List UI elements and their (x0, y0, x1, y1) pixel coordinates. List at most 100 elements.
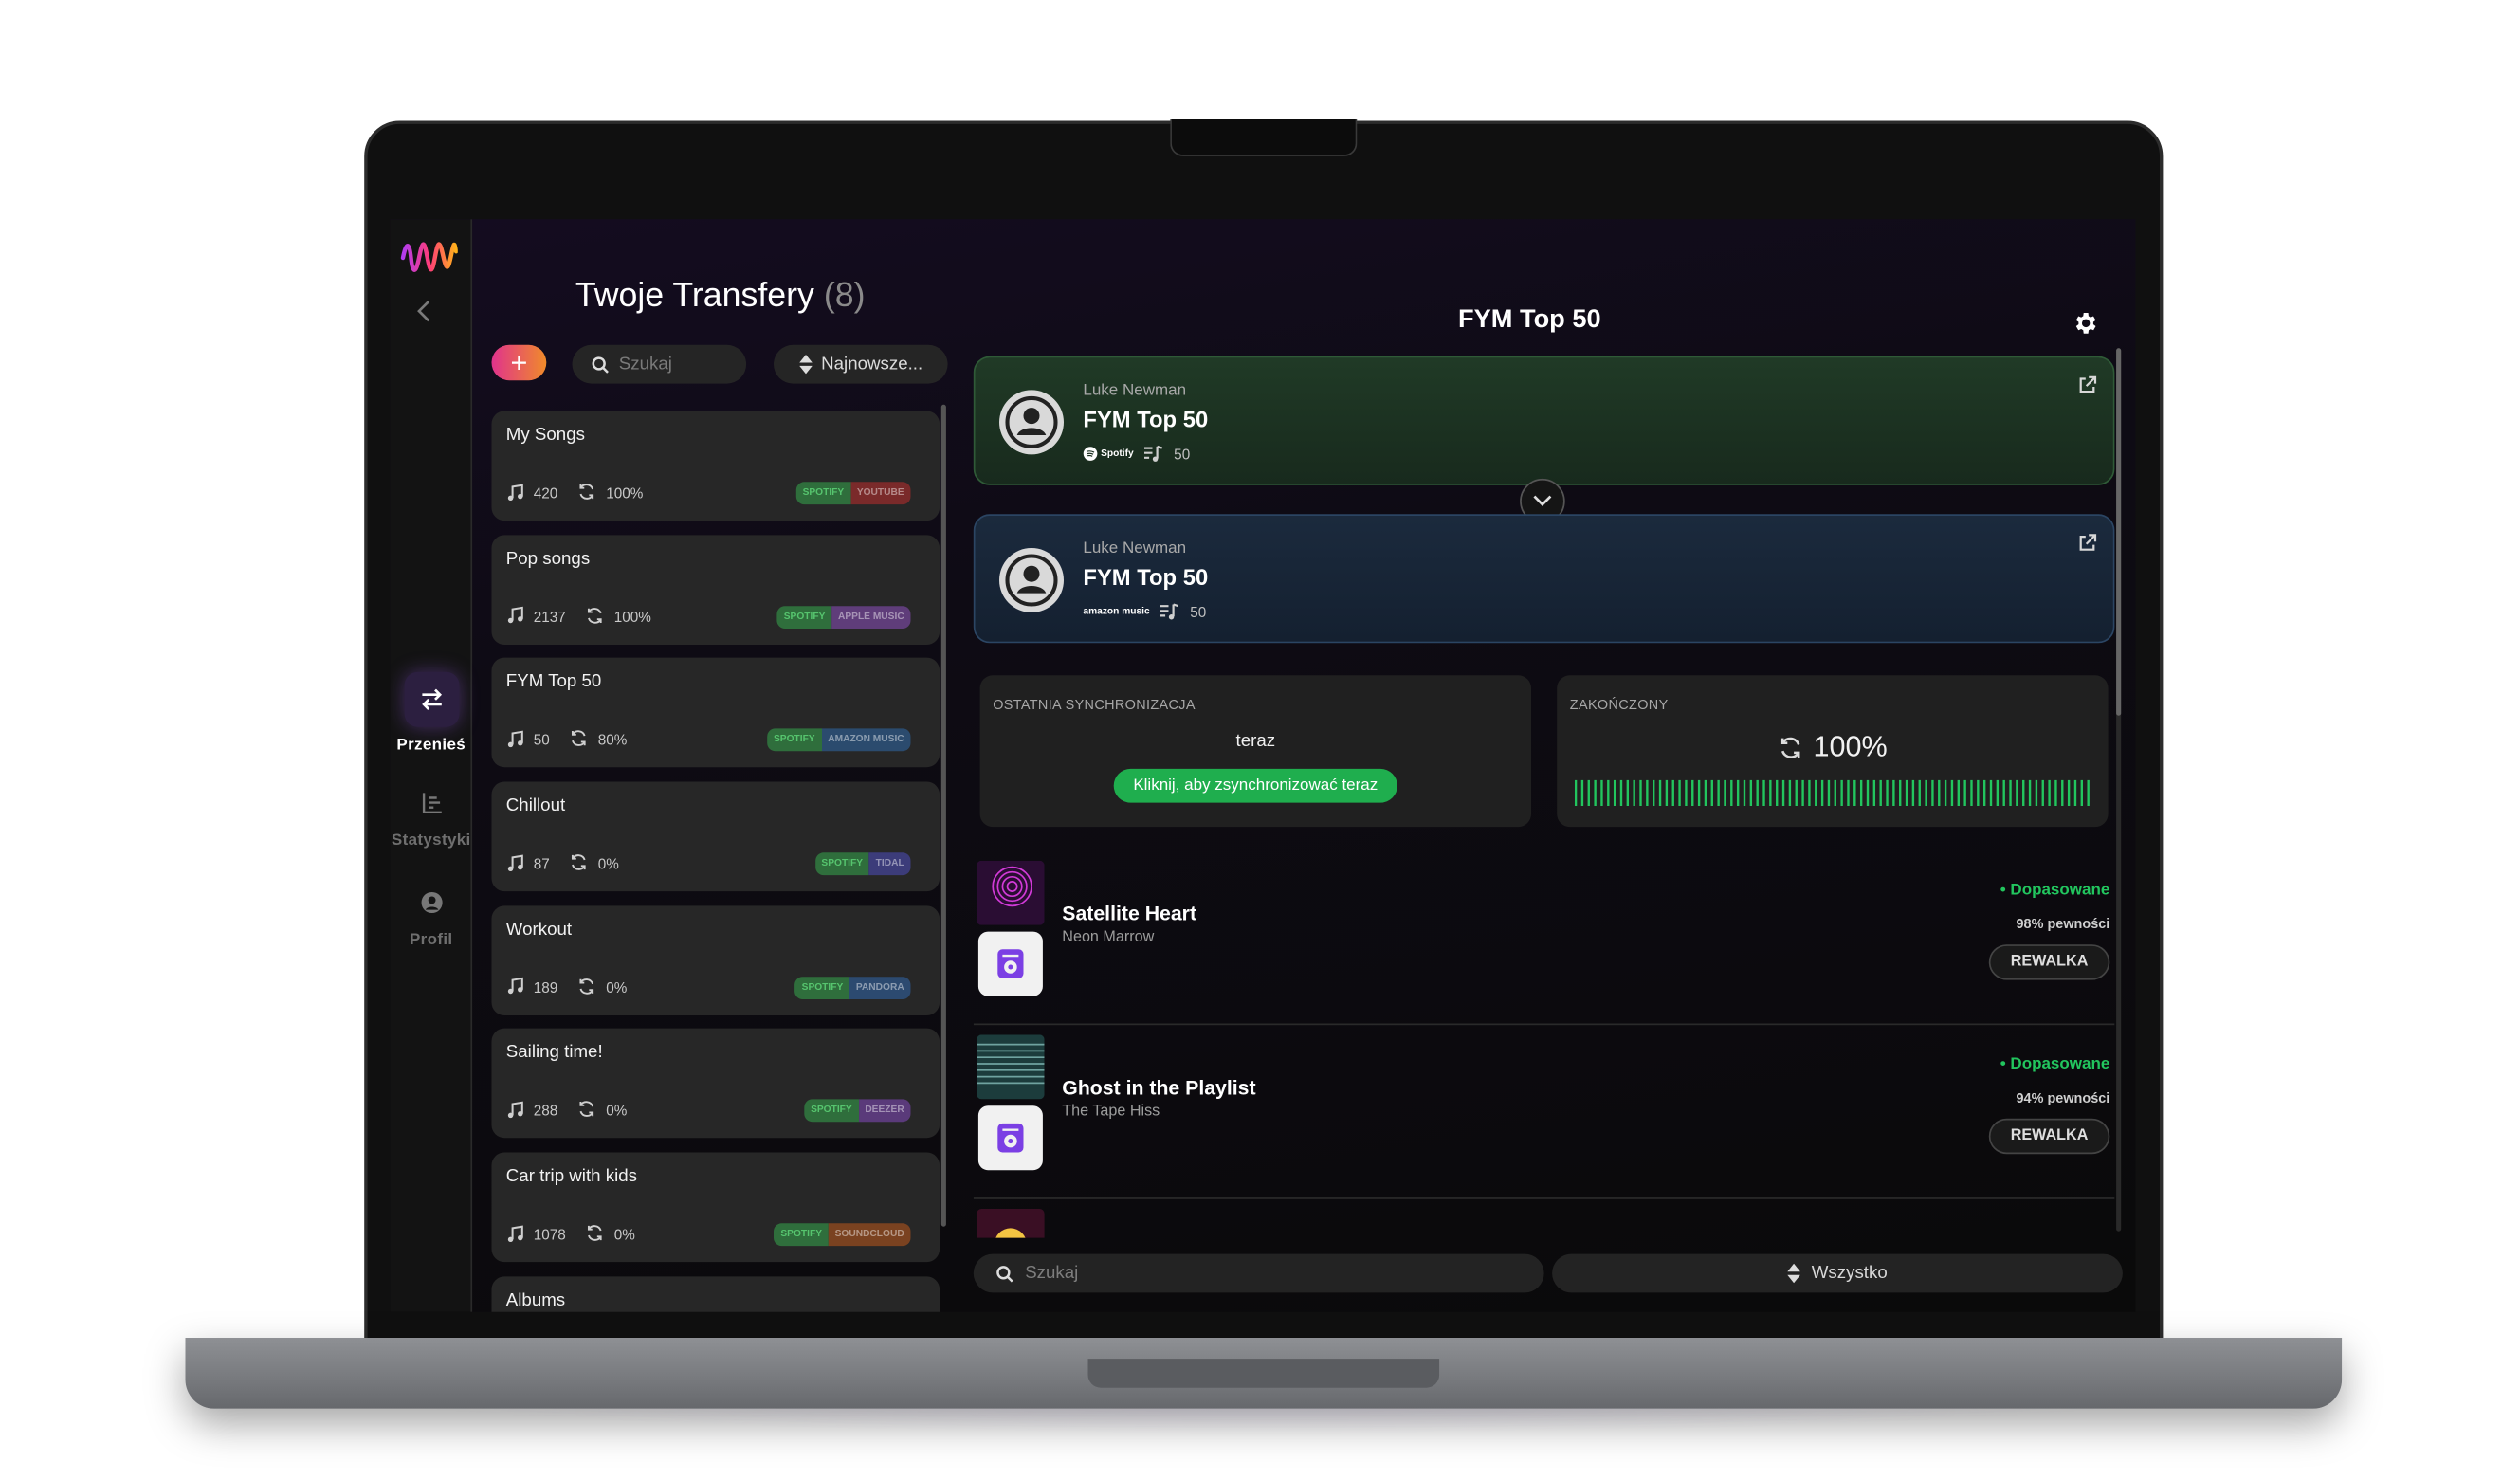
progress-bar-tick (1626, 779, 1630, 806)
songs-filter-label: Wszystko (1811, 1263, 1888, 1284)
source-playlist-card[interactable]: Luke Newman FYM Top 50 Spotify 50 (973, 356, 2115, 485)
progress-bar-tick (1587, 779, 1590, 806)
sync-icon (569, 729, 588, 752)
match-status: • Dopasowane (2000, 1055, 2110, 1074)
progress-bar-tick (1911, 779, 1915, 806)
track-count: 50 (533, 732, 550, 749)
sync-icon (585, 1224, 604, 1247)
progress-bar-tick (1820, 779, 1824, 806)
sync-percent: 100% (613, 609, 651, 626)
transfer-card[interactable]: Pop songs 2137 100% Spotify Apple Music (491, 534, 940, 645)
progress-bar-tick (2022, 779, 2025, 806)
progress-bar-tick (1950, 779, 1954, 806)
sync-percent: 80% (597, 732, 628, 749)
source-name: FYM Top 50 (1083, 406, 1209, 432)
progress-bar-tick (2087, 779, 2090, 806)
sort-dropdown[interactable]: Najnowsze... (774, 344, 948, 384)
progress-bar-tick (1853, 779, 1856, 806)
review-button[interactable]: REWALKA (1988, 944, 2110, 980)
song-row[interactable]: Satellite Heart Neon Marrow • Dopasowane 98… (973, 851, 2115, 1026)
transfer-list-scrollbar[interactable] (940, 404, 946, 1227)
progress-bar-tick (2041, 779, 2044, 806)
laptop-base-notch (1087, 1359, 1440, 1388)
transfer-list: My Songs 420 100% Spotify YouTube Pop songs 21… (491, 411, 940, 1312)
progress-bar-tick (1886, 779, 1889, 806)
progress-bar-tick (1704, 779, 1707, 806)
songs-filter-dropdown[interactable]: Wszystko (1552, 1253, 2123, 1293)
progress-bar-tick (1808, 779, 1811, 806)
transfer-card[interactable]: My Songs 420 100% Spotify YouTube (491, 411, 940, 521)
progress-bar-tick (1827, 779, 1831, 806)
detail-scrollbar[interactable] (2116, 348, 2122, 716)
service-badges: Spotify Apple Music (776, 605, 911, 629)
match-confidence: 94% pewności (2016, 1089, 2110, 1106)
progress-bar-tick (1697, 779, 1701, 806)
settings-button[interactable] (2072, 309, 2099, 344)
album-art (977, 1034, 1045, 1100)
nav-item-profile[interactable]: Profil (390, 884, 472, 950)
transfer-name: Workout (505, 920, 573, 940)
progress-bar-tick (1944, 779, 1947, 806)
tracklist-icon (1160, 603, 1179, 620)
nav-item-stats[interactable]: Statystyki (390, 783, 472, 850)
sort-icon (1787, 1263, 1800, 1284)
music-note-icon (506, 1224, 524, 1245)
progress-bar-tick (1600, 779, 1603, 806)
transfers-search-placeholder: Szukaj (618, 355, 672, 375)
nav-label-profile: Profil (409, 931, 453, 950)
progress-bar-tick (1646, 779, 1649, 806)
songs-search-input[interactable]: Szukaj (973, 1253, 1544, 1293)
progress-bar-tick (1989, 779, 1993, 806)
progress-bar-tick (1658, 779, 1662, 806)
progress-bar-tick (1594, 779, 1597, 806)
source-service: Spotify (1101, 448, 1134, 459)
sync-percent: 0% (613, 1226, 635, 1243)
transfer-card[interactable]: FYM Top 50 50 80% Spotify Amazon Music (491, 658, 940, 768)
destination-playlist-card[interactable]: Luke Newman FYM Top 50 amazon music 50 (973, 514, 2115, 644)
page-title-text: Twoje Transfery (575, 277, 814, 315)
transfers-search-input[interactable]: Szukaj (572, 344, 747, 384)
source-service-badge: Spotify (794, 976, 850, 999)
transfer-card[interactable]: Albums (491, 1276, 940, 1312)
destination-service-badge: Apple Music (831, 605, 911, 629)
last-sync-value: teraz (1235, 731, 1276, 752)
avatar (999, 548, 1064, 612)
music-note-icon (506, 730, 524, 751)
last-sync-label: OSTATNIA SYNCHRONIZACJA (993, 696, 1196, 713)
progress-bar-tick (1931, 779, 1934, 806)
add-transfer-button[interactable]: + (491, 344, 547, 381)
destination-service-badge: Pandora (849, 976, 911, 999)
track-count: 288 (533, 1103, 558, 1120)
progress-bar-tick (1736, 779, 1740, 806)
open-external-icon[interactable] (2077, 532, 2097, 561)
song-row[interactable]: Ghost in the Playlist The Tape Hiss • Dopa… (973, 1025, 2115, 1199)
progress-bar-tick (1879, 779, 1882, 806)
progress-bar-tick (1872, 779, 1876, 806)
open-external-icon[interactable] (2077, 374, 2097, 403)
progress-bar-tick (2016, 779, 2018, 806)
progress-bar-tick (2028, 779, 2032, 806)
sync-icon (577, 1100, 596, 1123)
transfer-card[interactable]: Sailing time! 288 0% Spotify Deezer (491, 1029, 940, 1139)
progress-bar-tick (1963, 779, 1966, 806)
review-button[interactable]: REWALKA (1988, 1118, 2110, 1155)
music-note-icon (506, 1101, 524, 1122)
nav-item-transfer[interactable]: Przenieś (390, 671, 472, 755)
sync-now-button[interactable]: Kliknij, aby zsynchronizować teraz (1113, 768, 1397, 803)
sync-icon (577, 977, 596, 999)
progress-bar-tick (2061, 779, 2064, 806)
source-service-badge: Spotify (767, 729, 822, 752)
transfer-card[interactable]: Car trip with kids 1078 0% Spotify SoundClou… (491, 1152, 940, 1263)
plus-icon: + (510, 345, 528, 378)
destination-service-badge: Tidal (868, 852, 911, 876)
destination-owner: Luke Newman (1083, 539, 1187, 558)
collapse-chevron-icon[interactable] (416, 300, 432, 330)
matched-service-icon (977, 931, 1043, 996)
finished-panel: ZAKOŃCZONY 100% (1557, 675, 2109, 828)
transfer-card[interactable]: Chillout 87 0% Spotify Tidal (491, 781, 940, 892)
service-badges: Spotify Tidal (814, 852, 911, 876)
progress-bar-tick (1899, 779, 1902, 806)
transfer-card[interactable]: Workout 189 0% Spotify Pandora (491, 904, 940, 1015)
service-badges: Spotify YouTube (795, 482, 911, 505)
app-logo[interactable] (400, 235, 459, 285)
